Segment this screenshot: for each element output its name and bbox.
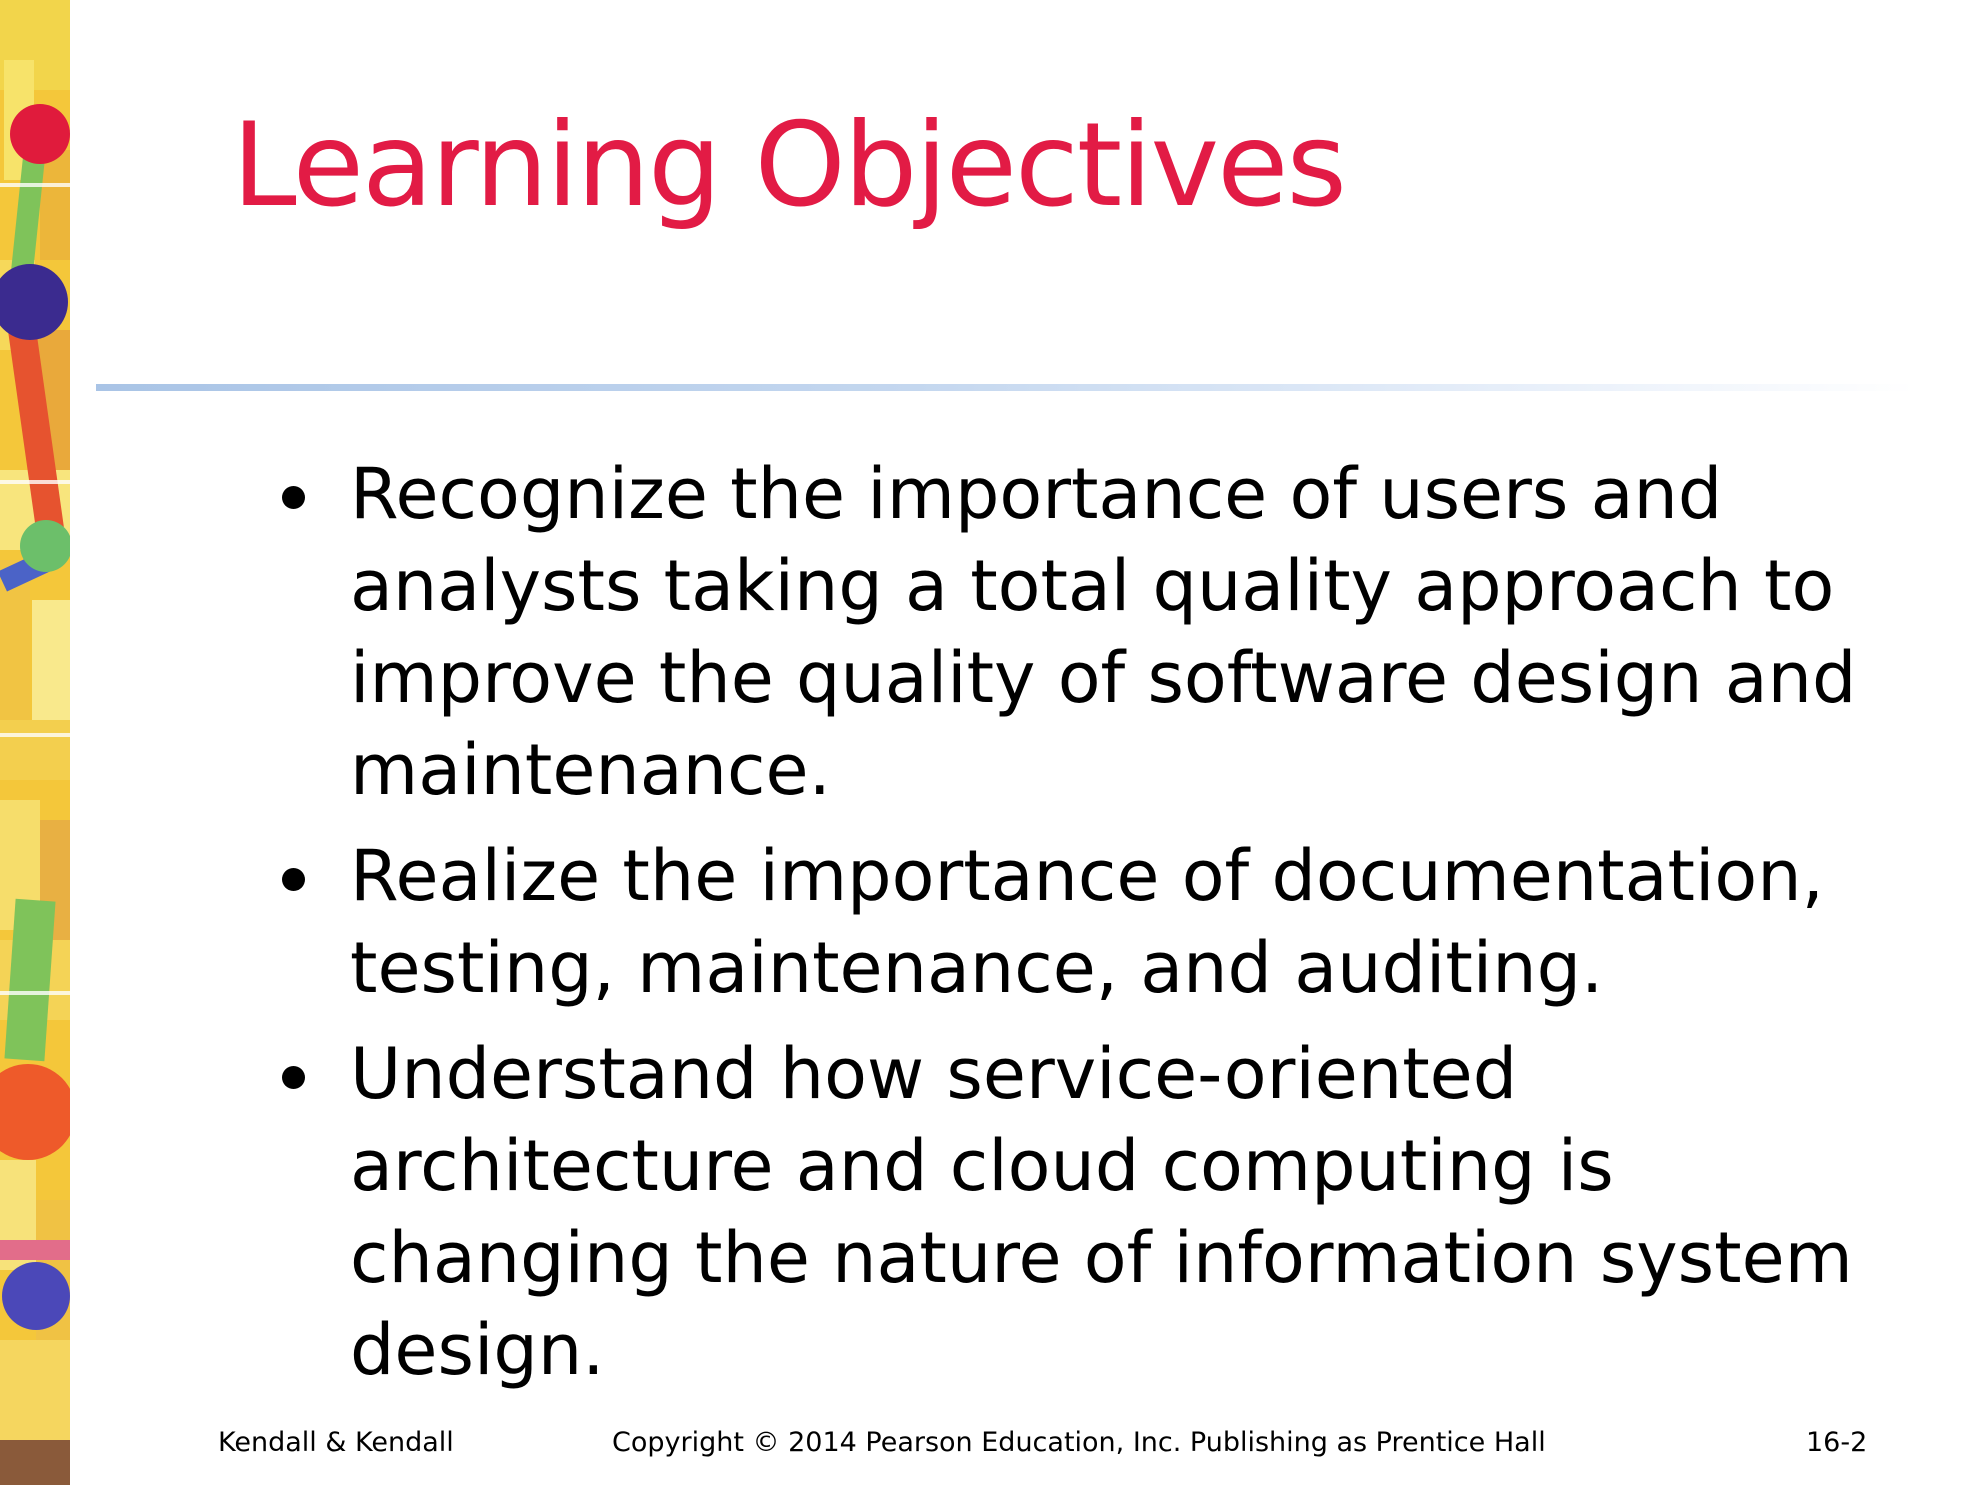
- list-item: Realize the importance of documentation,…: [282, 830, 1942, 1014]
- footer-copyright: Copyright © 2014 Pearson Education, Inc.…: [612, 1427, 1546, 1458]
- decorative-side-strip: [0, 0, 70, 1485]
- bullet-text: Understand how service-oriented architec…: [350, 1033, 1853, 1391]
- bullet-text: Recognize the importance of users and an…: [350, 453, 1857, 811]
- slide-title: Learning Objectives: [232, 98, 1347, 233]
- bullet-icon: [282, 1066, 305, 1089]
- objectives-list: Recognize the importance of users and an…: [282, 448, 1942, 1410]
- list-item: Understand how service-oriented architec…: [282, 1028, 1942, 1396]
- bullet-icon: [282, 868, 305, 891]
- bullet-icon: [282, 486, 305, 509]
- colorful-mosaic-graphic: [0, 0, 70, 1485]
- list-item: Recognize the importance of users and an…: [282, 448, 1942, 816]
- bullet-text: Realize the importance of documentation,…: [350, 835, 1824, 1009]
- footer-slide-number: 16-2: [1806, 1427, 1868, 1458]
- footer-author: Kendall & Kendall: [218, 1427, 454, 1458]
- title-divider-line: [96, 384, 1916, 391]
